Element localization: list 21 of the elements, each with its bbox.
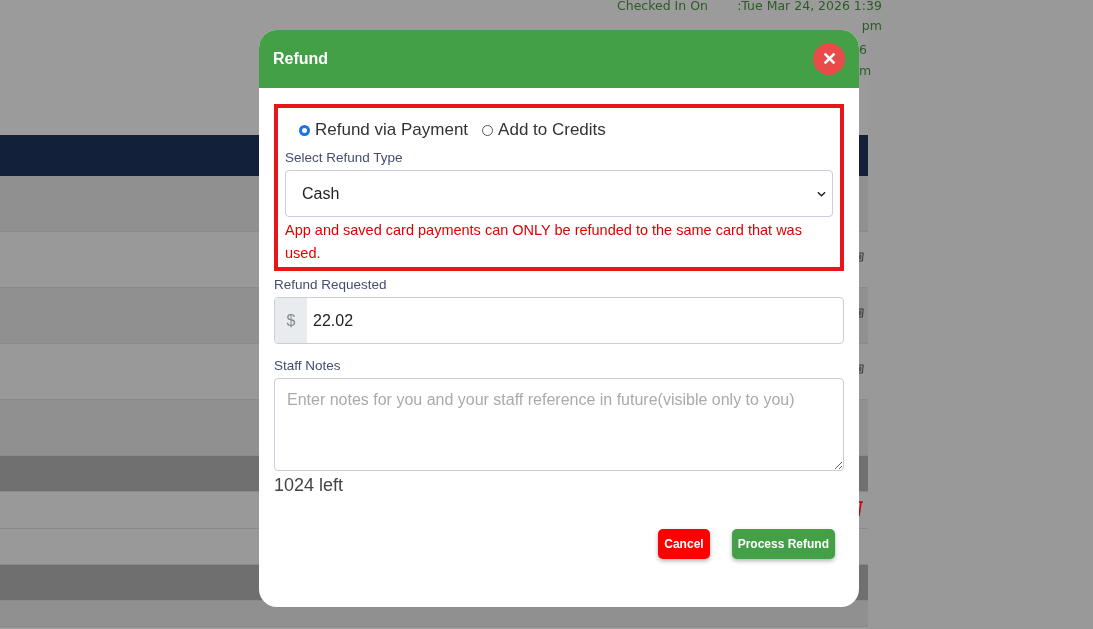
- field-label: Staff Notes: [274, 358, 342, 373]
- refund-type-select[interactable]: Cash: [285, 170, 833, 217]
- close-button[interactable]: ✕: [813, 43, 845, 75]
- chevron-down-icon[interactable]: [817, 190, 826, 197]
- status-icon: [856, 500, 864, 518]
- date-fragment: 6: [859, 42, 867, 57]
- date-fragment: m: [859, 63, 872, 78]
- warning-text: App and saved card payments can ONLY be refunded to the same card that was used.: [285, 221, 803, 263]
- checked-in-label: Checked In On: [617, 0, 708, 15]
- notes-field[interactable]: Enter notes for you and your staff reference in future(visible only to you): [274, 378, 844, 471]
- radio-button[interactable]: [299, 124, 310, 136]
- characters-left-counter: 1024 left: [274, 475, 345, 496]
- field-label: Select Refund Type: [285, 150, 404, 165]
- radio-label[interactable]: Add to Credits: [498, 120, 606, 140]
- checked-in-value: :Tue Mar 24, 2026 1:39 pm: [736, 0, 882, 35]
- radio-label[interactable]: Refund via Payment: [315, 120, 469, 140]
- dialog-title: Refund: [273, 50, 329, 68]
- currency-addon: $: [275, 298, 307, 343]
- cancel-button[interactable]: Cancel: [658, 529, 710, 559]
- field-label: Refund Requested: [274, 277, 388, 292]
- amount-field[interactable]: $ 22.02: [274, 297, 844, 344]
